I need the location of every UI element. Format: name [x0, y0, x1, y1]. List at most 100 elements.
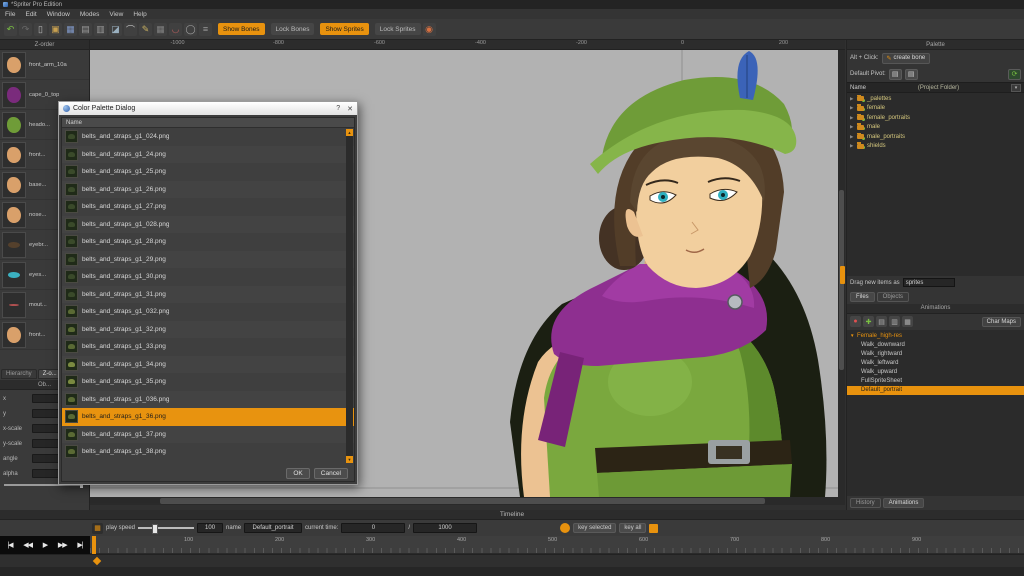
show-sprites-button[interactable]: Show Sprites: [320, 23, 368, 35]
toolbar-icon[interactable]: ▯: [34, 23, 47, 36]
keyframe-diamond[interactable]: [93, 557, 101, 565]
menu-item[interactable]: Window: [42, 11, 75, 18]
animation-tool-icon[interactable]: ▤: [876, 316, 887, 327]
snap-grid-icon-button[interactable]: ▦: [92, 523, 103, 534]
char-maps-button[interactable]: Char Maps: [982, 317, 1021, 327]
zorder-row[interactable]: front_arm_10a: [0, 50, 89, 80]
scroll-down-button[interactable]: ▼: [346, 456, 353, 463]
menu-item[interactable]: Edit: [20, 11, 41, 18]
palette-file-row[interactable]: belts_and_straps_g1_028.png: [62, 216, 354, 234]
palette-file-row[interactable]: belts_and_straps_g1_25.png: [62, 163, 354, 181]
toolbar-icon[interactable]: ▥: [94, 23, 107, 36]
toolbar-icon[interactable]: ↶: [4, 23, 17, 36]
folder-tree-item[interactable]: ▶ female_portraits: [847, 113, 1024, 123]
folder-tree-item[interactable]: ▶ male: [847, 123, 1024, 133]
folder-tree-item[interactable]: ▶ shields: [847, 142, 1024, 152]
drag-items-select[interactable]: sprites: [903, 278, 955, 287]
tab-objects[interactable]: Objects: [877, 292, 909, 302]
dialog-close-button[interactable]: ✕: [347, 105, 353, 113]
animation-name-field[interactable]: Default_portrait: [244, 523, 302, 533]
expand-icon[interactable]: ▶: [850, 143, 855, 149]
palette-file-row[interactable]: belts_and_straps_g1_35.png: [62, 373, 354, 391]
animation-tool-icon[interactable]: ▦: [902, 316, 913, 327]
collapse-icon[interactable]: ▼: [850, 333, 855, 338]
toolbar-icon[interactable]: ◯: [184, 23, 197, 36]
palette-file-row[interactable]: belts_and_straps_g1_37.png: [62, 426, 354, 444]
palette-file-row[interactable]: belts_and_straps_g1_38.png: [62, 443, 354, 461]
dialog-titlebar[interactable]: Color Palette Dialog ? ✕: [59, 102, 357, 115]
transport-button[interactable]: ▶▶: [58, 541, 67, 549]
pivot-folder-icon-button[interactable]: ▤: [905, 69, 918, 80]
palette-file-row[interactable]: belts_and_straps_g1_34.png: [62, 356, 354, 374]
animation-item[interactable]: Walk_leftward: [847, 359, 1024, 368]
tab-files[interactable]: Files: [850, 292, 875, 302]
tab-hierarchy[interactable]: Hierarchy: [1, 369, 37, 379]
palette-file-row[interactable]: belts_and_straps_g1_29.png: [62, 251, 354, 269]
animation-item[interactable]: Walk_rightward: [847, 350, 1024, 359]
panel-splitter-handle[interactable]: [840, 266, 845, 284]
palette-file-row[interactable]: belts_and_straps_g1_24.png: [62, 146, 354, 164]
menu-item[interactable]: Help: [128, 11, 151, 18]
palette-file-row[interactable]: belts_and_straps_g1_32.png: [62, 321, 354, 339]
duration-field[interactable]: 1000: [413, 523, 477, 533]
cancel-button[interactable]: Cancel: [314, 468, 348, 479]
canvas-horizontal-scrollbar[interactable]: [90, 497, 845, 505]
keyframe-icon-button[interactable]: [560, 523, 570, 533]
toolbar-icon[interactable]: ◡: [169, 23, 182, 36]
toolbar-icon[interactable]: ✎: [139, 23, 152, 36]
animation-item[interactable]: Walk_upward: [847, 368, 1024, 377]
tab-history[interactable]: History: [850, 498, 881, 508]
menu-item[interactable]: View: [104, 11, 128, 18]
palette-file-row[interactable]: belts_and_straps_g1_31.png: [62, 286, 354, 304]
toolbar-icon[interactable]: ▤: [79, 23, 92, 36]
scroll-up-button[interactable]: ▲: [346, 129, 353, 136]
animation-tool-icon[interactable]: ✚: [863, 316, 874, 327]
palette-file-row[interactable]: belts_and_straps_g1_28.png: [62, 233, 354, 251]
transport-button[interactable]: ◀◀: [23, 541, 32, 549]
transport-button[interactable]: |◀: [7, 541, 12, 549]
toolbar-icon[interactable]: ◪: [109, 23, 122, 36]
toolbar-icon[interactable]: ▣: [49, 23, 62, 36]
refresh-icon-button[interactable]: ⟳: [1008, 69, 1021, 80]
expand-icon[interactable]: ▶: [850, 115, 855, 121]
scrollbar-thumb[interactable]: [160, 498, 765, 504]
folder-tree-item[interactable]: ▶ male_portraits: [847, 132, 1024, 142]
tab-animations[interactable]: Animations: [883, 498, 925, 508]
palette-file-row[interactable]: belts_and_straps_g1_27.png: [62, 198, 354, 216]
expand-icon[interactable]: ▶: [850, 134, 855, 140]
animation-tool-icon[interactable]: ●: [850, 316, 861, 327]
menu-item[interactable]: File: [0, 11, 20, 18]
playhead[interactable]: [92, 536, 96, 554]
palette-file-row[interactable]: belts_and_straps_g1_36.png: [62, 408, 354, 426]
animation-item[interactable]: Walk_downward: [847, 341, 1024, 350]
palette-file-row[interactable]: belts_and_straps_g1_33.png: [62, 338, 354, 356]
animation-item[interactable]: Default_portrait: [847, 386, 1024, 395]
lock-bones-button[interactable]: Lock Bones: [271, 23, 315, 35]
key-marker-button[interactable]: [649, 524, 658, 533]
toolbar-icon[interactable]: ⌒: [124, 23, 137, 36]
palette-file-row[interactable]: belts_and_straps_g1_26.png: [62, 181, 354, 199]
titlebar[interactable]: *Spriter Pro Edition: [0, 0, 1024, 9]
play-speed-slider[interactable]: [138, 527, 194, 529]
keyframe-track[interactable]: [0, 554, 1024, 567]
pivot-file-icon-button[interactable]: ▤: [889, 69, 902, 80]
expand-icon[interactable]: ▶: [850, 105, 855, 111]
key-selected-button[interactable]: key selected: [573, 523, 616, 533]
toolbar-icon[interactable]: ◉: [423, 23, 436, 36]
animation-entity-root[interactable]: ▼ Female_high-res: [847, 331, 1024, 341]
create-bone-button[interactable]: ✎ create bone: [882, 53, 931, 64]
palette-file-row[interactable]: belts_and_straps_g1_30.png: [62, 268, 354, 286]
dialog-scrollbar[interactable]: ▲ ▼: [346, 129, 353, 463]
menu-item[interactable]: Modes: [75, 11, 105, 18]
current-time-field[interactable]: 0: [341, 523, 405, 533]
dialog-help-button[interactable]: ?: [336, 105, 340, 113]
palette-file-row[interactable]: belts_and_straps_g1_032.png: [62, 303, 354, 321]
folder-tree-item[interactable]: ▶ female: [847, 104, 1024, 114]
toolbar-icon[interactable]: ▦: [154, 23, 167, 36]
key-all-button[interactable]: key all: [619, 523, 646, 533]
animation-tool-icon[interactable]: ▥: [889, 316, 900, 327]
folder-tree-item[interactable]: ▶ _palettes: [847, 94, 1024, 104]
transport-button[interactable]: ▶|: [77, 541, 82, 549]
show-bones-button[interactable]: Show Bones: [218, 23, 265, 35]
expand-icon[interactable]: ▶: [850, 96, 855, 102]
